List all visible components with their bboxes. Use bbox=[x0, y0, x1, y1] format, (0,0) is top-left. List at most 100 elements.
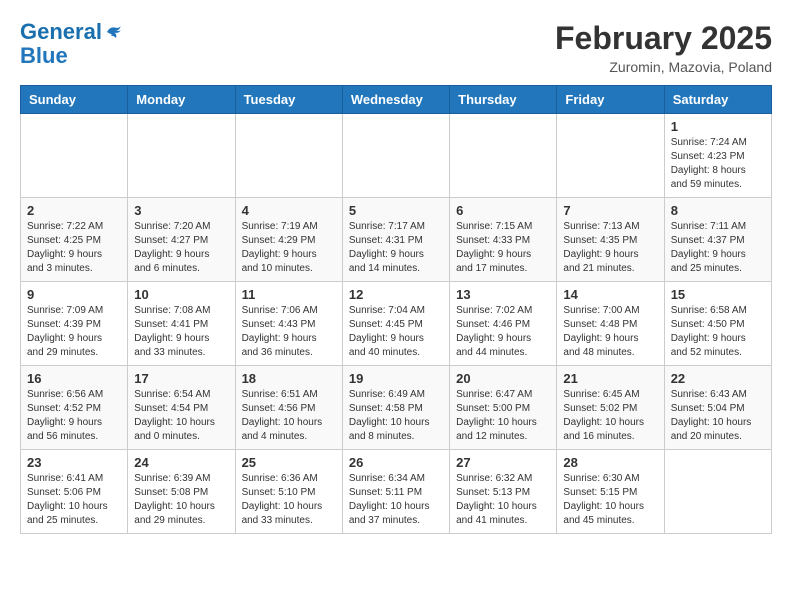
day-number: 12 bbox=[349, 287, 443, 302]
calendar-table: Sunday Monday Tuesday Wednesday Thursday… bbox=[20, 85, 772, 534]
table-row: 17 Sunrise: 6:54 AM Sunset: 4:54 PM Dayli… bbox=[128, 366, 235, 450]
day-details: Sunrise: 7:20 AM Sunset: 4:27 PM Dayligh… bbox=[134, 220, 228, 276]
day-details: Sunrise: 6:56 AM Sunset: 4:52 PM Dayligh… bbox=[27, 388, 121, 444]
day-number: 6 bbox=[456, 203, 550, 218]
day-details: Sunrise: 7:02 AM Sunset: 4:46 PM Dayligh… bbox=[456, 304, 550, 360]
table-row: 5 Sunrise: 7:17 AM Sunset: 4:31 PM Daylig… bbox=[342, 198, 449, 282]
table-row: 24 Sunrise: 6:39 AM Sunset: 5:08 PM Dayli… bbox=[128, 450, 235, 534]
day-details: Sunrise: 7:04 AM Sunset: 4:45 PM Dayligh… bbox=[349, 304, 443, 360]
day-details: Sunrise: 7:06 AM Sunset: 4:43 PM Dayligh… bbox=[242, 304, 336, 360]
day-number: 10 bbox=[134, 287, 228, 302]
day-details: Sunrise: 6:54 AM Sunset: 4:54 PM Dayligh… bbox=[134, 388, 228, 444]
day-details: Sunrise: 6:41 AM Sunset: 5:06 PM Dayligh… bbox=[27, 472, 121, 528]
table-row: 9 Sunrise: 7:09 AM Sunset: 4:39 PM Daylig… bbox=[21, 282, 128, 366]
table-row bbox=[342, 114, 449, 198]
table-row bbox=[21, 114, 128, 198]
location-subtitle: Zuromin, Mazovia, Poland bbox=[555, 59, 772, 75]
day-details: Sunrise: 6:45 AM Sunset: 5:02 PM Dayligh… bbox=[563, 388, 657, 444]
day-details: Sunrise: 7:09 AM Sunset: 4:39 PM Dayligh… bbox=[27, 304, 121, 360]
table-row: 18 Sunrise: 6:51 AM Sunset: 4:56 PM Dayli… bbox=[235, 366, 342, 450]
logo: General Blue bbox=[20, 20, 122, 68]
table-row: 21Sunrise: 6:45 AM Sunset: 5:02 PM Dayli… bbox=[557, 366, 664, 450]
header-monday: Monday bbox=[128, 86, 235, 114]
day-details: Sunrise: 6:49 AM Sunset: 4:58 PM Dayligh… bbox=[349, 388, 443, 444]
day-details: Sunrise: 6:32 AM Sunset: 5:13 PM Dayligh… bbox=[456, 472, 550, 528]
table-row: 2 Sunrise: 7:22 AM Sunset: 4:25 PM Daylig… bbox=[21, 198, 128, 282]
table-row bbox=[664, 450, 771, 534]
day-details: Sunrise: 7:13 AM Sunset: 4:35 PM Dayligh… bbox=[563, 220, 657, 276]
logo-text-line1: General bbox=[20, 20, 102, 44]
day-number: 9 bbox=[27, 287, 121, 302]
table-row: 15 Sunrise: 6:58 AM Sunset: 4:50 PM Dayli… bbox=[664, 282, 771, 366]
table-row bbox=[235, 114, 342, 198]
day-number: 27 bbox=[456, 455, 550, 470]
calendar-week-row: 9 Sunrise: 7:09 AM Sunset: 4:39 PM Daylig… bbox=[21, 282, 772, 366]
table-row: 7 Sunrise: 7:13 AM Sunset: 4:35 PM Daylig… bbox=[557, 198, 664, 282]
day-number: 13 bbox=[456, 287, 550, 302]
day-number: 26 bbox=[349, 455, 443, 470]
day-number: 24 bbox=[134, 455, 228, 470]
logo-bird-icon bbox=[104, 23, 122, 41]
table-row: 23 Sunrise: 6:41 AM Sunset: 5:06 PM Dayli… bbox=[21, 450, 128, 534]
month-title: February 2025 bbox=[555, 20, 772, 57]
table-row: 22Sunrise: 6:43 AM Sunset: 5:04 PM Dayli… bbox=[664, 366, 771, 450]
day-number: 18 bbox=[242, 371, 336, 386]
table-row bbox=[450, 114, 557, 198]
day-number: 4 bbox=[242, 203, 336, 218]
day-details: Sunrise: 7:08 AM Sunset: 4:41 PM Dayligh… bbox=[134, 304, 228, 360]
table-row: 4Sunrise: 7:19 AM Sunset: 4:29 PM Daylig… bbox=[235, 198, 342, 282]
table-row: 26 Sunrise: 6:34 AM Sunset: 5:11 PM Dayli… bbox=[342, 450, 449, 534]
table-row: 20Sunrise: 6:47 AM Sunset: 5:00 PM Dayli… bbox=[450, 366, 557, 450]
table-row bbox=[128, 114, 235, 198]
day-number: 17 bbox=[134, 371, 228, 386]
table-row: 12 Sunrise: 7:04 AM Sunset: 4:45 PM Dayli… bbox=[342, 282, 449, 366]
day-details: Sunrise: 7:11 AM Sunset: 4:37 PM Dayligh… bbox=[671, 220, 765, 276]
day-number: 2 bbox=[27, 203, 121, 218]
table-row: 13 Sunrise: 7:02 AM Sunset: 4:46 PM Dayli… bbox=[450, 282, 557, 366]
table-row: 25Sunrise: 6:36 AM Sunset: 5:10 PM Dayli… bbox=[235, 450, 342, 534]
header-saturday: Saturday bbox=[664, 86, 771, 114]
day-number: 1 bbox=[671, 119, 765, 134]
day-number: 7 bbox=[563, 203, 657, 218]
header-sunday: Sunday bbox=[21, 86, 128, 114]
day-details: Sunrise: 7:24 AM Sunset: 4:23 PM Dayligh… bbox=[671, 136, 765, 192]
day-details: Sunrise: 6:39 AM Sunset: 5:08 PM Dayligh… bbox=[134, 472, 228, 528]
day-number: 14 bbox=[563, 287, 657, 302]
day-details: Sunrise: 6:58 AM Sunset: 4:50 PM Dayligh… bbox=[671, 304, 765, 360]
table-row: 28Sunrise: 6:30 AM Sunset: 5:15 PM Dayli… bbox=[557, 450, 664, 534]
day-number: 22 bbox=[671, 371, 765, 386]
header-wednesday: Wednesday bbox=[342, 86, 449, 114]
header-section: General Blue February 2025 Zuromin, Mazo… bbox=[20, 20, 772, 75]
logo-text-line2: Blue bbox=[20, 44, 122, 68]
table-row: 6Sunrise: 7:15 AM Sunset: 4:33 PM Daylig… bbox=[450, 198, 557, 282]
calendar-week-row: 23 Sunrise: 6:41 AM Sunset: 5:06 PM Dayli… bbox=[21, 450, 772, 534]
table-row: 8 Sunrise: 7:11 AM Sunset: 4:37 PM Daylig… bbox=[664, 198, 771, 282]
calendar-week-row: 2 Sunrise: 7:22 AM Sunset: 4:25 PM Daylig… bbox=[21, 198, 772, 282]
table-row: 3 Sunrise: 7:20 AM Sunset: 4:27 PM Daylig… bbox=[128, 198, 235, 282]
table-row: 11 Sunrise: 7:06 AM Sunset: 4:43 PM Dayli… bbox=[235, 282, 342, 366]
table-row: 10 Sunrise: 7:08 AM Sunset: 4:41 PM Dayli… bbox=[128, 282, 235, 366]
day-number: 3 bbox=[134, 203, 228, 218]
title-section: February 2025 Zuromin, Mazovia, Poland bbox=[555, 20, 772, 75]
calendar-week-row: 1 Sunrise: 7:24 AM Sunset: 4:23 PM Daylig… bbox=[21, 114, 772, 198]
day-details: Sunrise: 7:00 AM Sunset: 4:48 PM Dayligh… bbox=[563, 304, 657, 360]
day-number: 15 bbox=[671, 287, 765, 302]
day-number: 28 bbox=[563, 455, 657, 470]
day-details: Sunrise: 6:47 AM Sunset: 5:00 PM Dayligh… bbox=[456, 388, 550, 444]
day-number: 5 bbox=[349, 203, 443, 218]
day-number: 16 bbox=[27, 371, 121, 386]
day-number: 23 bbox=[27, 455, 121, 470]
header-friday: Friday bbox=[557, 86, 664, 114]
table-row bbox=[557, 114, 664, 198]
day-details: Sunrise: 6:34 AM Sunset: 5:11 PM Dayligh… bbox=[349, 472, 443, 528]
table-row: 14 Sunrise: 7:00 AM Sunset: 4:48 PM Dayli… bbox=[557, 282, 664, 366]
day-details: Sunrise: 7:22 AM Sunset: 4:25 PM Dayligh… bbox=[27, 220, 121, 276]
day-number: 8 bbox=[671, 203, 765, 218]
table-row: 27 Sunrise: 6:32 AM Sunset: 5:13 PM Dayli… bbox=[450, 450, 557, 534]
day-number: 11 bbox=[242, 287, 336, 302]
table-row: 16 Sunrise: 6:56 AM Sunset: 4:52 PM Dayli… bbox=[21, 366, 128, 450]
day-number: 25 bbox=[242, 455, 336, 470]
day-details: Sunrise: 6:51 AM Sunset: 4:56 PM Dayligh… bbox=[242, 388, 336, 444]
calendar-header-row: Sunday Monday Tuesday Wednesday Thursday… bbox=[21, 86, 772, 114]
day-details: Sunrise: 7:17 AM Sunset: 4:31 PM Dayligh… bbox=[349, 220, 443, 276]
